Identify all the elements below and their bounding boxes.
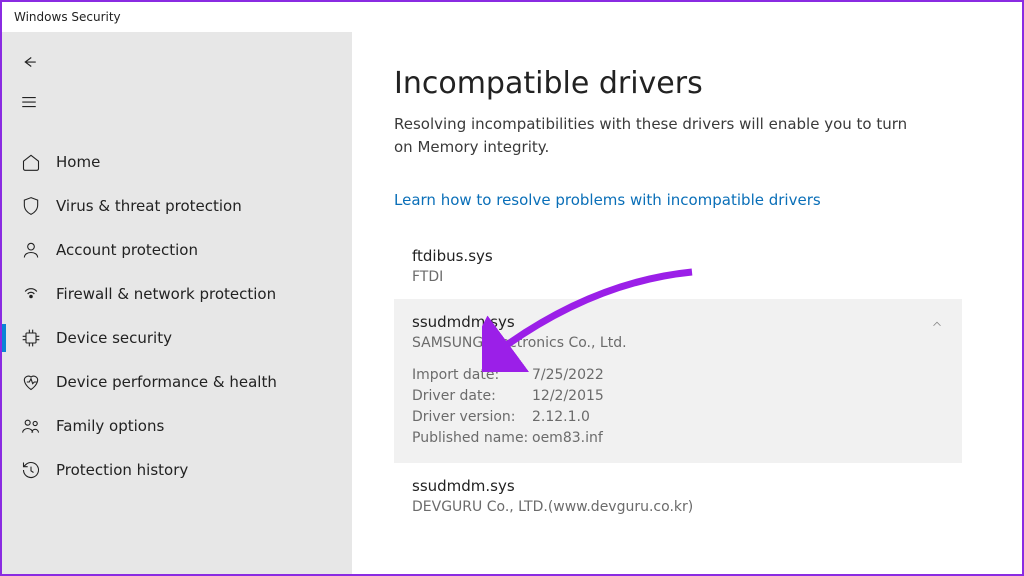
driver-file-name: ftdibus.sys bbox=[412, 247, 944, 265]
sidebar-item-home[interactable]: Home bbox=[2, 140, 352, 184]
sidebar-item-label: Protection history bbox=[56, 461, 188, 479]
detail-value: 12/2/2015 bbox=[532, 386, 604, 407]
detail-value: 2.12.1.0 bbox=[532, 407, 590, 428]
sidebar-item-performance[interactable]: Device performance & health bbox=[2, 360, 352, 404]
driver-card[interactable]: ssudmdm.sys DEVGURU Co., LTD.(www.devgur… bbox=[394, 463, 962, 529]
chevron-up-icon bbox=[930, 317, 944, 331]
detail-label: Driver version: bbox=[412, 407, 532, 428]
family-icon bbox=[20, 415, 42, 437]
back-button[interactable] bbox=[2, 42, 50, 82]
chip-icon bbox=[20, 327, 42, 349]
sidebar-item-family[interactable]: Family options bbox=[2, 404, 352, 448]
driver-card-expanded[interactable]: ssudmdm.sys SAMSUNG Electronics Co., Ltd… bbox=[394, 299, 962, 463]
sidebar-item-device-security[interactable]: Device security bbox=[2, 316, 352, 360]
sidebar-item-history[interactable]: Protection history bbox=[2, 448, 352, 492]
shield-icon bbox=[20, 195, 42, 217]
history-icon bbox=[20, 459, 42, 481]
sidebar-item-account[interactable]: Account protection bbox=[2, 228, 352, 272]
sidebar-item-label: Family options bbox=[56, 417, 164, 435]
page-subtitle: Resolving incompatibilities with these d… bbox=[394, 113, 914, 158]
page-title: Incompatible drivers bbox=[394, 66, 962, 101]
window-title: Windows Security bbox=[14, 10, 121, 24]
detail-label: Driver date: bbox=[412, 386, 532, 407]
detail-label: Published name: bbox=[412, 428, 532, 449]
sidebar-item-label: Firewall & network protection bbox=[56, 285, 276, 303]
detail-value: 7/25/2022 bbox=[532, 365, 604, 386]
sidebar-item-virus[interactable]: Virus & threat protection bbox=[2, 184, 352, 228]
sidebar-item-label: Account protection bbox=[56, 241, 198, 259]
sidebar-item-label: Home bbox=[56, 153, 100, 171]
detail-label: Import date: bbox=[412, 365, 532, 386]
help-link[interactable]: Learn how to resolve problems with incom… bbox=[394, 191, 821, 209]
driver-file-name: ssudmdm.sys bbox=[412, 477, 944, 495]
sidebar-item-label: Device security bbox=[56, 329, 172, 347]
account-icon bbox=[20, 239, 42, 261]
driver-vendor: FTDI bbox=[412, 269, 944, 285]
main-content: Incompatible drivers Resolving incompati… bbox=[352, 32, 1022, 574]
collapse-button[interactable] bbox=[930, 317, 944, 335]
driver-details: Import date:7/25/2022 Driver date:12/2/2… bbox=[412, 365, 944, 449]
hamburger-icon bbox=[20, 93, 38, 111]
driver-vendor: SAMSUNG Electronics Co., Ltd. bbox=[412, 335, 944, 351]
sidebar-item-label: Virus & threat protection bbox=[56, 197, 242, 215]
sidebar: Home Virus & threat protection Account p… bbox=[2, 32, 352, 574]
home-icon bbox=[20, 151, 42, 173]
antenna-icon bbox=[20, 283, 42, 305]
heart-icon bbox=[20, 371, 42, 393]
driver-card[interactable]: ftdibus.sys FTDI bbox=[394, 233, 962, 299]
window-titlebar: Windows Security bbox=[2, 2, 1022, 32]
menu-button[interactable] bbox=[2, 82, 50, 122]
detail-value: oem83.inf bbox=[532, 428, 603, 449]
sidebar-item-label: Device performance & health bbox=[56, 373, 277, 391]
driver-file-name: ssudmdm.sys bbox=[412, 313, 944, 331]
arrow-left-icon bbox=[20, 53, 38, 71]
driver-vendor: DEVGURU Co., LTD.(www.devguru.co.kr) bbox=[412, 499, 944, 515]
sidebar-item-firewall[interactable]: Firewall & network protection bbox=[2, 272, 352, 316]
